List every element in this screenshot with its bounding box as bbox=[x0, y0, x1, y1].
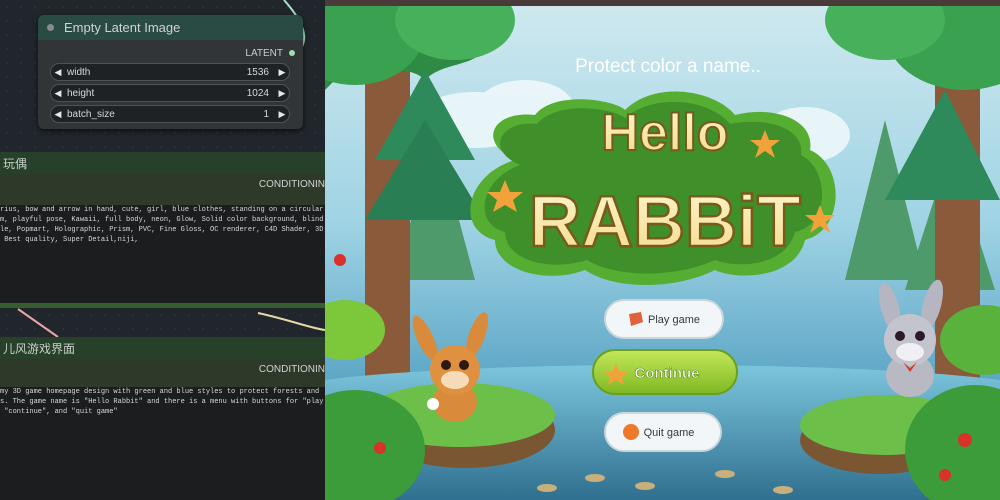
widget-label: width bbox=[67, 66, 91, 78]
preview-top-border bbox=[325, 0, 1000, 6]
prompt-node-title: 玩偶 bbox=[0, 152, 325, 174]
game-title-line-2: RABBiT bbox=[529, 182, 801, 262]
game-subtitle: Protect color a name.. bbox=[575, 56, 761, 77]
game-illustration: Protect color a name.. Hello RABBiT Play… bbox=[325, 0, 1000, 500]
prompt-node-title: 儿风游戏界面 bbox=[0, 337, 325, 359]
latent-output-socket[interactable] bbox=[289, 50, 295, 56]
decrement-arrow-icon[interactable]: ◀ bbox=[51, 88, 65, 99]
image-preview[interactable]: Protect color a name.. Hello RABBiT Play… bbox=[325, 0, 1000, 500]
prompt-textarea[interactable]: my 3D game homepage design with green an… bbox=[0, 387, 325, 500]
empty-latent-image-node[interactable]: Empty Latent Image LATENT ◀ width 1536 ▶… bbox=[38, 15, 303, 129]
conditioning-wire bbox=[17, 308, 59, 338]
prompt-line: le, Popmart, Holographic, Prism, PVC, Fi… bbox=[0, 226, 324, 234]
widget-value[interactable]: 1 bbox=[263, 109, 275, 120]
widget-label: batch_size bbox=[67, 108, 115, 120]
prompt-line: "continue", and "quit game" bbox=[0, 408, 118, 416]
conditioning-output-label: CONDITIONIN bbox=[258, 364, 325, 375]
decrement-arrow-icon[interactable]: ◀ bbox=[51, 109, 65, 120]
node-header[interactable]: Empty Latent Image bbox=[38, 15, 303, 40]
prompt-node-1[interactable]: 玩偶 CONDITIONIN rius, bow and arrow in ha… bbox=[0, 152, 325, 308]
width-widget[interactable]: ◀ width 1536 ▶ bbox=[50, 63, 290, 81]
prompt-line: m, playful pose, Kawaii, full body, neon… bbox=[0, 216, 324, 224]
prompt-textarea[interactable]: rius, bow and arrow in hand, cute, girl,… bbox=[0, 205, 325, 303]
node-canvas[interactable]: Empty Latent Image LATENT ◀ width 1536 ▶… bbox=[0, 0, 325, 500]
node-footer bbox=[0, 303, 325, 308]
increment-arrow-icon[interactable]: ▶ bbox=[275, 88, 289, 99]
prompt-line: s. The game name is "Hello Rabbit" and t… bbox=[0, 398, 324, 406]
height-widget[interactable]: ◀ height 1024 ▶ bbox=[50, 84, 290, 102]
widget-value[interactable]: 1024 bbox=[247, 88, 275, 99]
node-collapse-dot[interactable] bbox=[47, 24, 54, 31]
prompt-line: rius, bow and arrow in hand, cute, girl,… bbox=[0, 206, 324, 214]
prompt-line: my 3D game homepage design with green an… bbox=[0, 388, 320, 396]
conditioning-wire bbox=[257, 312, 325, 331]
widget-value[interactable]: 1536 bbox=[247, 67, 275, 78]
game-title-line-1: Hello bbox=[601, 104, 728, 162]
increment-arrow-icon[interactable]: ▶ bbox=[275, 109, 289, 120]
increment-arrow-icon[interactable]: ▶ bbox=[275, 67, 289, 78]
play-game-button[interactable]: Play game bbox=[648, 314, 700, 326]
decrement-arrow-icon[interactable]: ◀ bbox=[51, 67, 65, 78]
latent-output-label: LATENT bbox=[245, 47, 283, 59]
node-title: Empty Latent Image bbox=[64, 20, 181, 35]
widget-label: height bbox=[67, 87, 95, 99]
conditioning-output-label: CONDITIONIN bbox=[258, 179, 325, 190]
prompt-line: Best quality, Super Detail,niji, bbox=[0, 236, 139, 244]
quit-game-button[interactable]: Quit game bbox=[644, 427, 695, 439]
batch-size-widget[interactable]: ◀ batch_size 1 ▶ bbox=[50, 105, 290, 123]
prompt-node-2[interactable]: 儿风游戏界面 CONDITIONIN my 3D game homepage d… bbox=[0, 337, 325, 500]
latent-output: LATENT bbox=[38, 43, 303, 63]
continue-button[interactable]: Continue bbox=[634, 365, 700, 383]
